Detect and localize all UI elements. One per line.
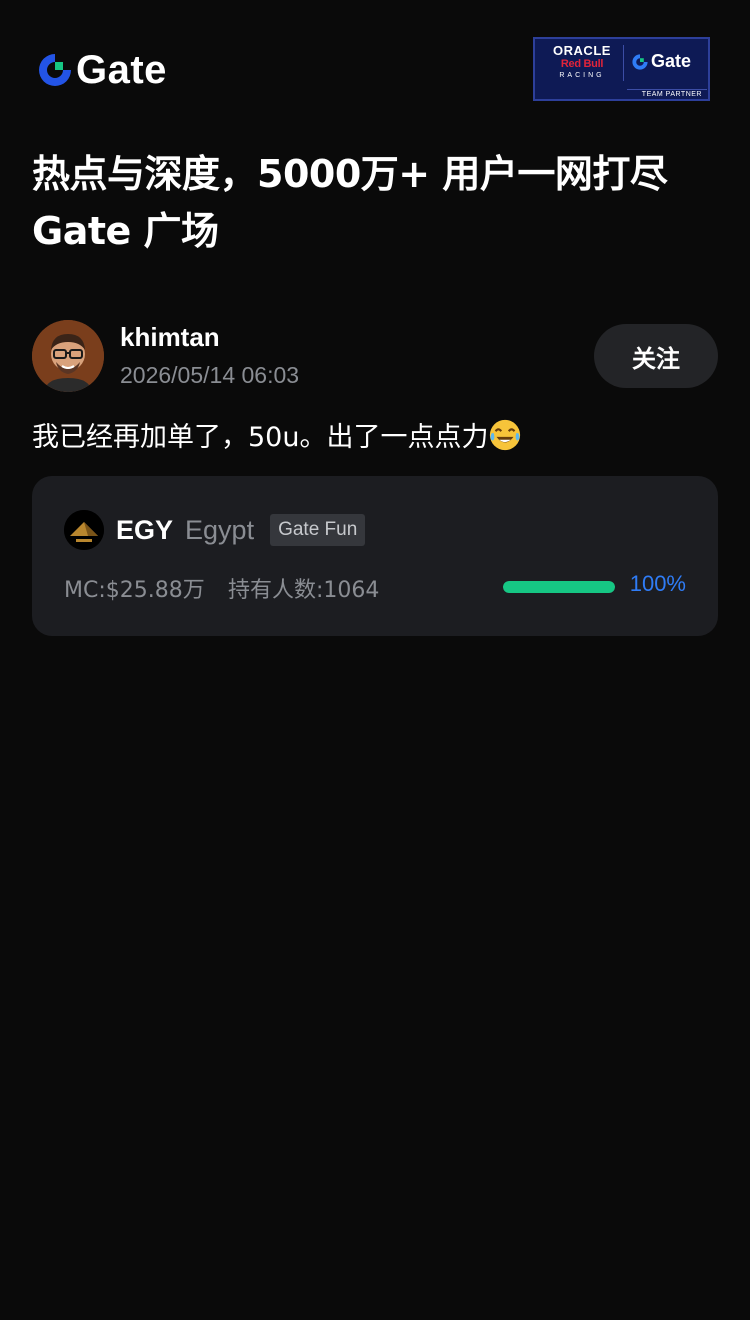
progress-fill (503, 581, 615, 593)
app-header: Gate ORACLE Red Bull RACING Gate TEAM PA… (0, 0, 750, 130)
avatar[interactable] (32, 320, 104, 392)
racing-text: RACING (559, 72, 605, 79)
author-name[interactable]: khimtan (120, 322, 220, 353)
token-card[interactable]: EGY Egypt Gate Fun MC:$25.88万 持有人数:1064 … (32, 476, 718, 636)
post-text: 我已经再加单了，50u。出了一点点力 (32, 422, 489, 453)
partner-underline (627, 89, 707, 90)
page-headline: 热点与深度，5000万+ 用户一网打尽 Gate 广场 (32, 146, 722, 260)
gate-mini-logo-icon (632, 53, 648, 70)
gate-fun-badge: Gate Fun (270, 514, 366, 546)
headline-line-1: 热点与深度，5000万+ 用户一网打尽 (32, 152, 668, 196)
oracle-text: ORACLE (553, 43, 611, 58)
partner-divider (623, 45, 624, 81)
holder-count: 持有人数:1064 (228, 578, 380, 603)
progress-bar (503, 581, 615, 593)
joy-emoji-icon (490, 419, 521, 451)
redbull-partner-badge[interactable]: ORACLE Red Bull RACING Gate TEAM PARTNER (533, 37, 710, 101)
headline-line-2: Gate 广场 (32, 209, 219, 253)
egypt-token-icon (64, 510, 104, 550)
token-name: Egypt (185, 514, 255, 545)
progress-label: 100% (629, 571, 686, 596)
team-partner-text: TEAM PARTNER (641, 91, 702, 98)
logo-text: Gate (76, 48, 167, 92)
follow-button[interactable]: 关注 (594, 324, 718, 388)
partner-gate-text: Gate (651, 51, 692, 71)
avatar-portrait-icon (32, 320, 104, 392)
redbull-text: Red Bull (560, 58, 604, 70)
gate-logo[interactable]: Gate (36, 50, 167, 90)
gate-logo-icon (39, 54, 71, 86)
token-symbol: EGY (116, 514, 174, 545)
market-cap: MC:$25.88万 (64, 578, 205, 603)
post-timestamp: 2026/05/14 06:03 (120, 362, 300, 388)
post-content: 我已经再加单了，50u。出了一点点力 (32, 418, 522, 458)
post-header: khimtan 2026/05/14 06:03 关注 (32, 320, 718, 392)
